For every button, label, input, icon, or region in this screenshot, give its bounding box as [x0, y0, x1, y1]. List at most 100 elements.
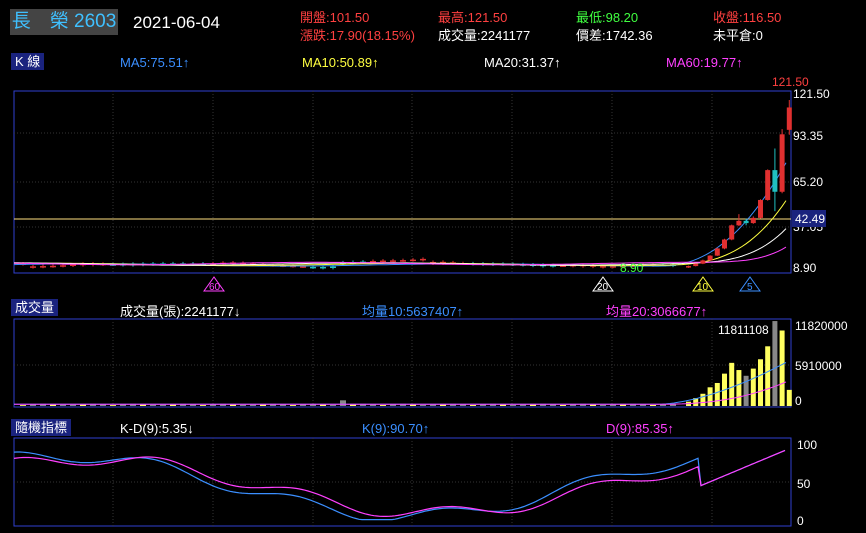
candle-body: [686, 266, 691, 268]
history-volume-bar: [470, 405, 476, 406]
volume-bar: [707, 387, 713, 406]
volume-bar: [758, 359, 763, 406]
volume-bar: [729, 362, 735, 406]
ma20-line: [14, 228, 787, 266]
candle-body: [729, 225, 735, 240]
history-candle: [50, 265, 56, 268]
candle-body: [707, 255, 713, 261]
ma10-marker: 10: [692, 276, 714, 293]
history-candle: [310, 266, 316, 269]
history-volume-bar: [240, 404, 246, 406]
ma10-line: [14, 200, 787, 267]
ma60-line: [14, 246, 787, 266]
history-volume-bar: [610, 404, 616, 406]
history-volume-bar: [20, 405, 26, 406]
k-line: [13, 449, 786, 521]
kd-panel: 100 50 0: [13, 437, 817, 528]
history-volume-bar: [160, 404, 166, 406]
price-tick-1: 121.50: [793, 87, 830, 101]
history-volume-bar: [560, 405, 566, 406]
candle-body: [693, 263, 699, 267]
volume-bar: [765, 346, 771, 406]
history-volume-bar: [250, 404, 256, 406]
history-volume-bar: [340, 400, 346, 406]
d-line: [13, 449, 786, 517]
volume-bar: [700, 393, 706, 406]
volume-averages: [14, 362, 787, 405]
history-candle: [380, 260, 386, 263]
price-tick-5: 8.90: [793, 261, 817, 275]
high-price-label: 121.50: [772, 75, 809, 89]
low-price-label: 8.90: [620, 261, 644, 275]
volume-panel: 11820000 5910000 0 11811108: [13, 318, 848, 408]
kd-tick-3: 0: [797, 514, 804, 528]
volume-avg10-line: [14, 362, 787, 405]
ma10-marker-label: 10: [697, 282, 709, 293]
volume-frame: [13, 318, 792, 408]
history-candle: [320, 266, 326, 269]
volume-tick-1: 11820000: [795, 319, 848, 333]
history-candle: [40, 266, 46, 268]
candle-body: [736, 220, 742, 226]
history-candle: [330, 266, 336, 269]
volume-grid: [14, 319, 791, 407]
history-volume-bar: [600, 404, 606, 406]
volume-bar: [750, 368, 756, 406]
history-candle: [600, 266, 606, 268]
history-candle: [610, 266, 616, 268]
volume-tick-3: 0: [795, 394, 802, 408]
history-candle: [420, 258, 426, 261]
volume-bar: [736, 370, 742, 406]
history-volume-bar: [60, 404, 66, 406]
kd-tick-2: 50: [797, 477, 811, 491]
history-volume-bar: [650, 404, 656, 406]
ma5-marker-label: 5: [747, 282, 753, 293]
price-tick-3: 65.20: [793, 175, 823, 189]
kd-lines: [13, 449, 786, 521]
history-candle: [30, 266, 36, 268]
kd-tick-1: 100: [797, 438, 817, 452]
history-candle: [60, 265, 66, 267]
candle-body: [772, 170, 778, 192]
history-volume-bar: [420, 404, 426, 406]
ma5-line: [13, 162, 787, 267]
ma20-marker-label: 20: [597, 282, 609, 293]
kline-grid: [14, 91, 791, 273]
moving-averages: [13, 162, 787, 267]
history-volume-bar: [520, 404, 526, 406]
candle-body: [786, 107, 792, 130]
ma60-marker-label: 60: [209, 282, 221, 293]
candle-body: [700, 260, 706, 264]
history-volume-bar: [430, 404, 436, 406]
stock-chart[interactable]: 121.50 93.35 65.20 37.05 8.90 42.49 121.…: [0, 0, 866, 533]
candle-body: [758, 199, 763, 218]
history-volume-bar: [330, 404, 336, 406]
history-volume-bar: [510, 404, 516, 406]
volume-bar: [779, 330, 785, 406]
ma5-marker: 5: [739, 276, 761, 293]
candle-body: [743, 220, 749, 224]
ma60-marker: 60: [203, 276, 225, 293]
candle-body: [750, 217, 756, 224]
history-volume-bar: [70, 404, 76, 406]
history-volume-bar: [110, 405, 116, 406]
kline-panel: 121.50 93.35 65.20 37.05 8.90 42.49 121.…: [13, 75, 830, 293]
volume-avg20-line: [14, 381, 787, 405]
history-candle: [410, 259, 416, 262]
volume-bar: [772, 321, 778, 406]
ma20-marker: 20: [592, 276, 614, 293]
volume-tick-2: 5910000: [795, 359, 842, 373]
volume-peak-label: 11811108: [718, 323, 769, 337]
candle-body: [714, 248, 720, 256]
history-candle: [390, 260, 396, 262]
candle-body: [765, 170, 771, 200]
volume-bar: [786, 389, 792, 406]
price-tick-2: 93.35: [793, 129, 823, 143]
history-volume-bar: [150, 404, 156, 406]
kd-grid: [14, 438, 791, 526]
history-volume-bar: [380, 405, 386, 406]
last-price-label: 42.49: [795, 212, 825, 226]
recent-candles: [686, 100, 792, 268]
history-candle: [400, 260, 406, 262]
candle-body: [779, 134, 785, 192]
